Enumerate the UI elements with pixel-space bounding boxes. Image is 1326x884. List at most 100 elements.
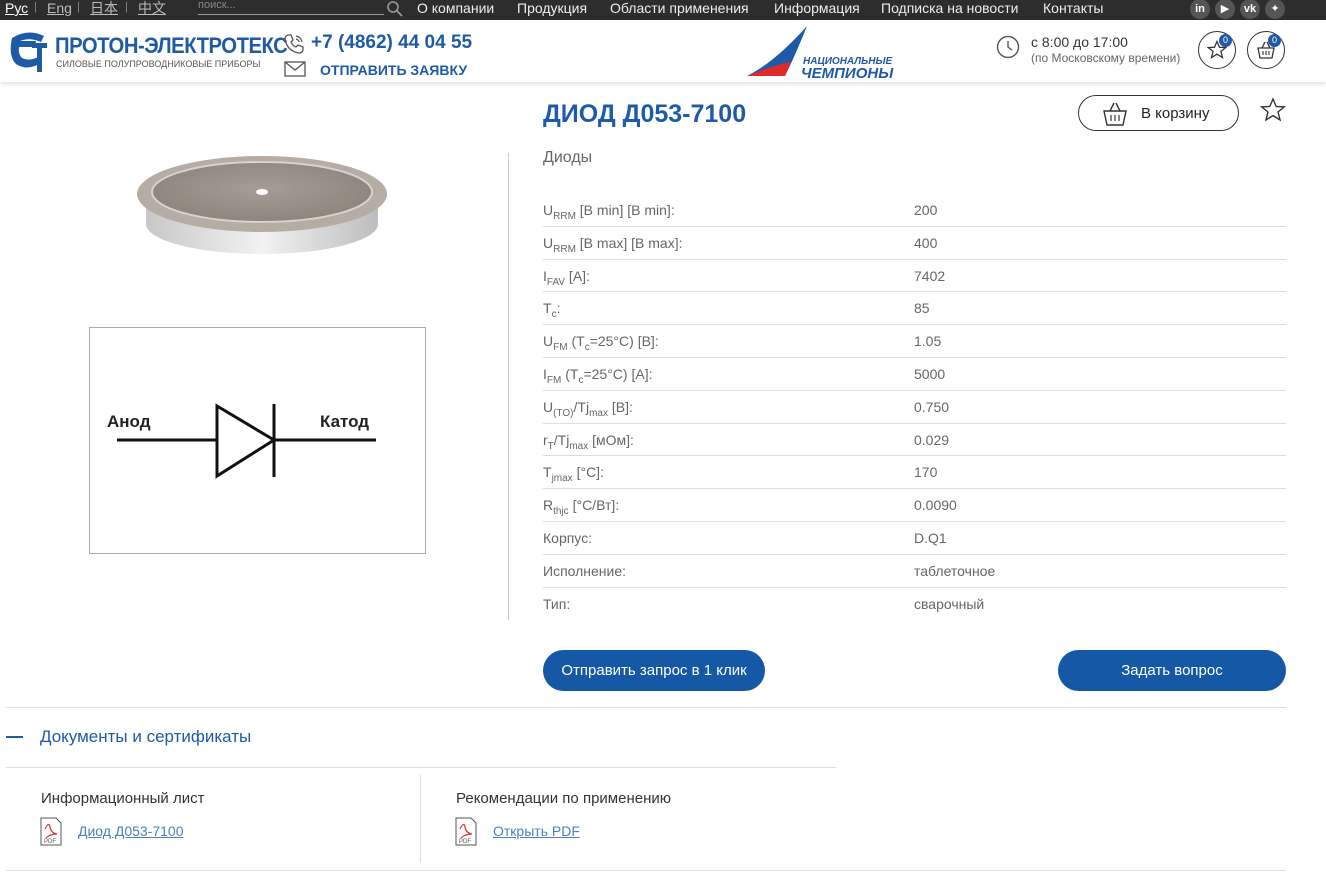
- recommendations-link[interactable]: Открыть PDF: [493, 823, 580, 839]
- spec-name: Tc:: [543, 300, 561, 321]
- lang-ru[interactable]: Рус: [5, 0, 28, 16]
- spec-value: 200: [914, 202, 938, 218]
- spec-name: Исполнение:: [543, 562, 627, 579]
- quick-request-button[interactable]: Отправить запрос в 1 клик: [543, 650, 765, 691]
- spec-name: Tjmax [°C]:: [543, 464, 604, 485]
- spec-value: 0.0090: [914, 497, 957, 514]
- lang-separator: |: [34, 1, 37, 13]
- add-to-cart-button[interactable]: В корзину: [1078, 95, 1239, 131]
- cart-button[interactable]: 0: [1247, 31, 1285, 69]
- spec-value: 5000: [914, 365, 946, 382]
- spec-row: Tjmax [°C]: 170: [543, 456, 1286, 490]
- divider: [6, 707, 1286, 708]
- basket-icon: [1103, 102, 1127, 126]
- spec-value: таблеточное: [914, 562, 996, 579]
- datasheet-link[interactable]: Диод Д053-7100: [78, 823, 184, 839]
- spec-row: UFM (Tc=25°C) [В]: 1.05: [543, 325, 1286, 358]
- spec-value: 1.05: [914, 333, 942, 350]
- youtube-icon[interactable]: ▶: [1215, 0, 1235, 19]
- favorites-button[interactable]: 0: [1198, 31, 1236, 69]
- champ-line2: ЧЕМПИОНЫ: [801, 65, 894, 80]
- working-hours-note: (по Московскому времени): [1031, 51, 1181, 65]
- spec-name: UFM (Tc=25°C) [В]:: [543, 333, 659, 353]
- spec-row: Rthjc [°C/Вт]: 0.0090: [543, 489, 1286, 522]
- docs-section-title[interactable]: Документы и сертификаты: [40, 727, 251, 747]
- spec-value: 85: [914, 300, 930, 317]
- vk-icon[interactable]: vk: [1240, 0, 1260, 19]
- spec-name: IFAV [А]:: [543, 267, 590, 288]
- lang-ja[interactable]: 日本: [90, 0, 118, 16]
- spec-row: Исполнение: таблеточное: [543, 555, 1286, 588]
- spec-value: 7402: [914, 267, 946, 284]
- spec-name: URRM [В min] [В min]:: [543, 202, 675, 222]
- add-to-cart-label: В корзину: [1141, 105, 1210, 122]
- logo-subtitle: СИЛОВЫЕ ПОЛУПРОВОДНИКОВЫЕ ПРИБОРЫ: [56, 59, 261, 69]
- spec-name: rT/Tjmax [мОм]:: [543, 431, 634, 452]
- spec-row: IFM (Tc=25°C) [А]: 5000: [543, 358, 1286, 391]
- spec-row: URRM [В max] [В max]: 400: [543, 227, 1286, 260]
- lang-en[interactable]: Eng: [47, 0, 72, 16]
- search-icon[interactable]: [386, 0, 404, 18]
- anode-label: Анод: [107, 412, 151, 431]
- spec-value: D.Q1: [914, 529, 947, 546]
- search-input[interactable]: поиск...: [198, 0, 384, 15]
- spec-row: Корпус: D.Q1: [543, 522, 1286, 555]
- product-category: Диоды: [543, 149, 593, 166]
- zen-icon[interactable]: ✦: [1265, 0, 1285, 19]
- diode-schematic: Анод Катод: [89, 327, 426, 554]
- spec-value: 400: [914, 234, 938, 251]
- nav-products[interactable]: Продукция: [517, 0, 587, 16]
- specs-table: URRM [В min] [В min]: 200 URRM [В max] […: [543, 194, 1286, 620]
- collapse-toggle-icon[interactable]: [6, 736, 23, 738]
- spec-row: IFAV [А]: 7402: [543, 260, 1286, 293]
- spec-row: URRM [В min] [В min]: 200: [543, 194, 1286, 227]
- add-to-favorites-star-icon[interactable]: [1260, 97, 1286, 123]
- spec-name: IFM (Tc=25°C) [А]:: [543, 365, 653, 386]
- clock-icon: [996, 35, 1020, 59]
- top-bar: Рус | Eng | 日本 | 中文 поиск... О компании …: [0, 0, 1326, 20]
- ask-question-button[interactable]: Задать вопрос: [1058, 650, 1286, 691]
- cathode-label: Катод: [320, 412, 370, 431]
- nav-applications[interactable]: Области применения: [610, 0, 749, 16]
- spec-value: сварочный: [914, 595, 985, 612]
- spec-value: 0.029: [914, 431, 950, 448]
- divider: [6, 870, 1286, 871]
- divider: [420, 775, 421, 863]
- svg-text:PDF: PDF: [44, 839, 56, 845]
- lang-zh[interactable]: 中文: [138, 0, 166, 16]
- nav-subscribe[interactable]: Подписка на новости: [881, 0, 1018, 16]
- doc-heading-recommendations: Рекомендации по применению: [456, 790, 671, 807]
- nav-info[interactable]: Информация: [774, 0, 860, 16]
- favorites-count-badge: 0: [1219, 34, 1232, 47]
- spec-row: Tc: 85: [543, 292, 1286, 326]
- divider: [508, 153, 509, 620]
- nav-about[interactable]: О компании: [417, 0, 494, 16]
- doc-heading-datasheet: Информационный лист: [41, 790, 205, 807]
- logo-text[interactable]: ПРОТОН-ЭЛЕКТРОТЕКС: [55, 33, 288, 59]
- pdf-icon: PDF: [455, 817, 477, 846]
- spec-name: Rthjc [°C/Вт]:: [543, 497, 620, 517]
- mail-icon: [284, 61, 306, 77]
- divider: [6, 767, 836, 768]
- working-hours: с 8:00 до 17:00: [1031, 34, 1128, 50]
- product-title: ДИОД Д053-7100: [543, 100, 747, 128]
- svg-text:PDF: PDF: [459, 839, 471, 845]
- product-photo: [137, 156, 387, 254]
- linkedin-icon[interactable]: in: [1190, 0, 1210, 19]
- spec-value: 0.750: [914, 398, 950, 415]
- spec-name: U(TO)/Tjmax [В]:: [543, 398, 633, 419]
- logo-icon[interactable]: [8, 28, 50, 74]
- lang-separator: |: [77, 1, 80, 13]
- nav-contacts[interactable]: Контакты: [1043, 0, 1103, 16]
- spec-name: URRM [В max] [В max]:: [543, 234, 683, 255]
- header: ПРОТОН-ЭЛЕКТРОТЕКС СИЛОВЫЕ ПОЛУПРОВОДНИК…: [0, 20, 1326, 82]
- spec-name: Тип:: [543, 595, 571, 612]
- spec-value: 170: [914, 464, 938, 481]
- spec-row: U(TO)/Tjmax [В]: 0.750: [543, 391, 1286, 424]
- pdf-icon: PDF: [40, 817, 62, 846]
- phone-number[interactable]: +7 (4862) 44 04 55: [311, 32, 472, 54]
- send-request-link[interactable]: ОТПРАВИТЬ ЗАЯВКУ: [320, 62, 467, 78]
- lang-separator: |: [125, 1, 128, 13]
- national-champions-logo[interactable]: НАЦИОНАЛЬНЫЕ ЧЕМПИОНЫ: [745, 22, 895, 80]
- cart-count-badge: 0: [1268, 34, 1281, 47]
